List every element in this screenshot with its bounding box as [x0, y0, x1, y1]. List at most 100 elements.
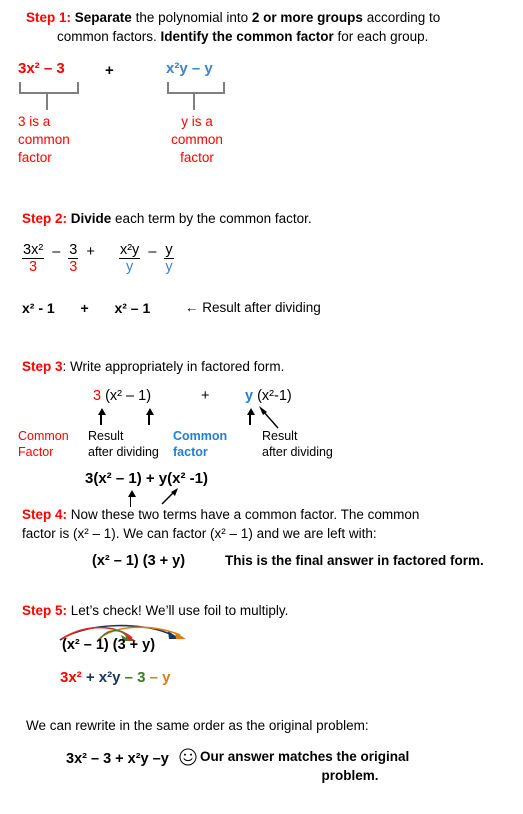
step2-result-left: x² - 1	[22, 300, 55, 316]
label-common-factor-right: Common factor	[173, 428, 227, 460]
step1-heading-line1: Step 1: Separate the polynomial into 2 o…	[26, 8, 516, 27]
step1-label: Step 1:	[26, 10, 72, 25]
step4-label: Step 4:	[22, 507, 68, 522]
label-common-factor-right-line2: factor	[173, 445, 208, 459]
arrow-stem-3-icon	[249, 414, 251, 425]
factored-right-expression: (x²-1)	[253, 388, 292, 404]
step1-text-c: common factors.	[57, 29, 161, 44]
step2-result-right: x² – 1	[114, 300, 151, 316]
fraction-4: y y	[164, 242, 174, 275]
fraction-1-numerator: 3x²	[22, 242, 45, 259]
minus-sign-1: –	[52, 243, 61, 260]
minus-sign-2: –	[148, 243, 157, 260]
factored-term-left: 3 (x² – 1)	[93, 388, 151, 404]
fraction-3-denominator: y	[125, 259, 134, 275]
underbrace-right-stem-icon	[193, 92, 195, 110]
common-factor-right-caption: y is a common factor	[163, 113, 231, 167]
group-plus-sign: +	[105, 62, 114, 79]
final-factored-answer: (x² – 1) (3 + y)	[92, 553, 186, 569]
fraction-3-numerator: x²y	[118, 242, 141, 259]
step4-heading: Step 4: Now these two terms have a commo…	[22, 505, 514, 543]
label-result-right-line1: Result	[262, 429, 298, 443]
final-message-line2: problem.	[321, 768, 379, 783]
step2-result-plus: +	[80, 300, 89, 316]
common-factor-left-line2: common	[18, 132, 70, 147]
fraction-4-denominator: y	[165, 259, 173, 275]
final-message-line1: Our answer matches the original	[200, 749, 410, 764]
underbrace-right-icon	[167, 82, 225, 94]
label-result-right-line2: after dividing	[262, 445, 333, 459]
step2-divide-word: Divide	[70, 211, 112, 226]
fraction-2-denominator: 3	[69, 259, 78, 275]
foil-expression: (x² – 1) (3 + y)	[62, 637, 156, 653]
expanded-term-1: 3x²	[60, 669, 82, 686]
step3-heading: Step 3: Write appropriately in factored …	[22, 357, 284, 376]
label-result-right: Result after dividing	[262, 428, 333, 460]
factored-right-factor: y	[245, 388, 254, 404]
step1-identify-phrase: Identify the common factor	[160, 29, 334, 44]
factored-left-expression: (x² – 1)	[101, 388, 152, 404]
label-common-factor-right-line1: Common	[173, 429, 228, 443]
fraction-3: x²y y	[118, 242, 141, 275]
step5-heading-text: Let’s check! We’ll use foil to multiply.	[67, 603, 289, 618]
step2-label: Step 2:	[22, 211, 68, 226]
step2-result-annotation: ← Result after dividing	[185, 300, 321, 315]
final-rewritten-expression-row: 3x² – 3 + x²y –y	[66, 748, 203, 770]
expanded-expression: 3x² + x²y – 3 – y	[60, 669, 171, 686]
arrow-diagonal-combined-right-icon	[161, 488, 178, 505]
step3-heading-text: : Write appropriately in factored form.	[62, 359, 285, 374]
final-message: Our answer matches the original problem.	[200, 747, 500, 785]
step1-separate-word: Separate	[74, 10, 132, 25]
plus-sign-fractions: +	[86, 243, 95, 260]
smiley-face-icon	[179, 748, 197, 770]
fraction-2: 3 3	[68, 242, 79, 275]
step2-heading-text: each term by the common factor.	[111, 211, 312, 226]
expanded-term-2: + x²y	[81, 669, 121, 686]
common-factor-right-line1: y is a	[181, 114, 213, 129]
combined-expression: 3(x² – 1) + y(x² -1)	[85, 470, 208, 487]
label-common-factor-left: Common Factor	[18, 428, 69, 460]
step5-label: Step 5:	[22, 603, 68, 618]
fraction-4-numerator: y	[164, 242, 174, 259]
fraction-2-numerator: 3	[68, 242, 79, 259]
common-factor-left-caption: 3 is a common factor	[18, 113, 70, 167]
arrow-stem-2-icon	[148, 414, 150, 425]
label-result-left: Result after dividing	[88, 428, 159, 460]
fraction-1: 3x² 3	[22, 242, 45, 275]
step1-text-d: for each group.	[333, 29, 429, 44]
step1-groups-word: 2 or more groups	[251, 10, 363, 25]
common-factor-left-line3: factor	[18, 150, 52, 165]
step5-heading: Step 5: Let’s check! We’ll use foil to m…	[22, 601, 288, 620]
step4-line2: factor is (x² – 1). We can factor (x² – …	[22, 526, 377, 541]
factored-left-factor: 3	[93, 388, 102, 404]
step1-text-a: the polynomial into	[131, 10, 252, 25]
underbrace-left-icon	[19, 82, 79, 94]
arrow-up-common-factor-right-icon	[247, 408, 255, 415]
step1-text-b: according to	[362, 10, 441, 25]
step2-heading: Step 2: Divide each term by the common f…	[22, 209, 312, 228]
factored-term-right: y (x²-1)	[245, 388, 292, 404]
label-result-left-line1: Result	[88, 429, 124, 443]
common-factor-right-line3: factor	[180, 150, 214, 165]
expanded-term-3: – 3	[120, 669, 146, 686]
label-result-left-line2: after dividing	[88, 445, 159, 459]
group-right-expression: x²y – y	[166, 60, 213, 77]
expanded-term-4: – y	[145, 669, 171, 686]
step4-line1: Now these two terms have a common factor…	[67, 507, 420, 522]
common-factor-left-line1: 3 is a	[18, 114, 51, 129]
final-rewritten-expression: 3x² – 3 + x²y –y	[66, 750, 169, 767]
label-common-factor-left-line2: Factor	[18, 445, 54, 459]
final-answer-note: This is the final answer in factored for…	[225, 553, 484, 568]
step3-label: Step 3	[22, 359, 63, 374]
arrow-stem-1-icon	[100, 414, 102, 425]
label-common-factor-left-line1: Common	[18, 429, 69, 443]
arrow-diagonal-result-right-icon	[259, 406, 279, 429]
arrow-up-result-left-icon	[146, 408, 154, 415]
division-fraction-row: 3x² 3 – 3 3 + x²y y – y y	[22, 242, 174, 275]
common-factor-right-line2: common	[171, 132, 223, 147]
step1-heading-line2: common factors. Identify the common fact…	[57, 27, 523, 46]
step2-result-row: x² - 1 + x² – 1	[22, 300, 150, 316]
group-left-expression: 3x² – 3	[18, 60, 65, 77]
underbrace-left-stem-icon	[46, 92, 48, 110]
arrow-up-common-factor-left-icon	[98, 408, 106, 415]
